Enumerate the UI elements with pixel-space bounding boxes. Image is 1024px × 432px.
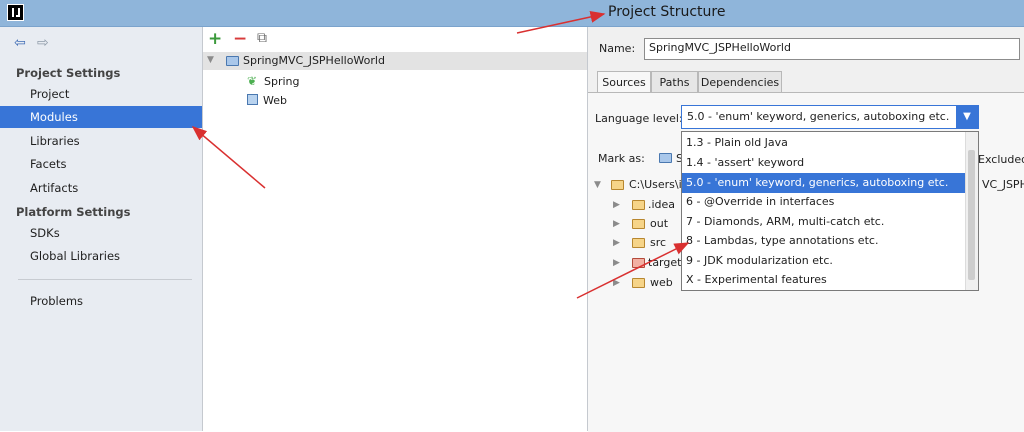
annotation-arrow-lambdas <box>576 242 690 299</box>
annotation-arrow-modules <box>191 126 266 189</box>
annotation-arrow-title <box>516 11 606 34</box>
annotation-arrows <box>191 11 690 299</box>
